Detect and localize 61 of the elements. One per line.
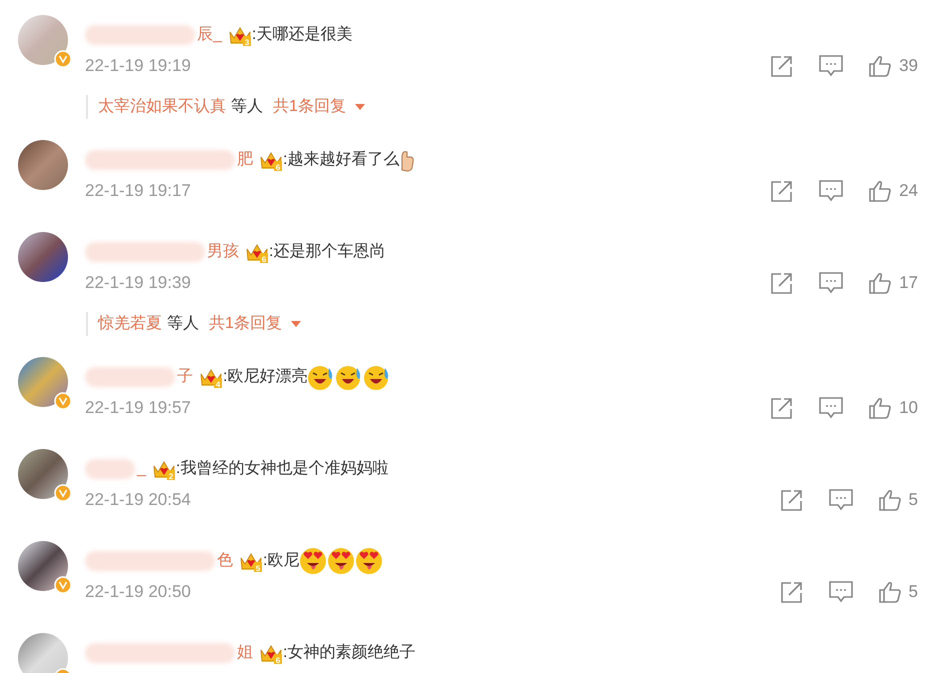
avatar-placeholder[interactable]: [18, 541, 68, 591]
share-icon[interactable]: [771, 180, 794, 202]
comment-icon[interactable]: [819, 272, 844, 294]
thumbs-up-icon[interactable]: [878, 489, 901, 511]
reply-suffix: 等人: [231, 97, 263, 117]
comment-time: 22-1-19 20:50: [85, 581, 191, 604]
like-count: 17: [899, 272, 918, 294]
comment-text: :天哪还是很美: [252, 24, 352, 45]
like-count: 24: [899, 180, 918, 202]
comment-time: 22-1-19 19:57: [85, 397, 191, 420]
caret-down-icon[interactable]: [290, 320, 302, 328]
hand-emoji-icon: [399, 148, 416, 172]
reply-usernames[interactable]: 太宰治如果不认真: [98, 95, 226, 119]
comment-icon[interactable]: [819, 397, 844, 419]
username-link[interactable]: 子: [177, 365, 193, 389]
comment-time: 22-1-19 19:39: [85, 272, 191, 294]
thumbs-up-icon[interactable]: [869, 55, 892, 77]
share-icon[interactable]: [780, 489, 803, 511]
like-count: 10: [899, 397, 918, 420]
thumbs-up-icon[interactable]: [869, 397, 892, 419]
heart-eyes-emoji-icon: [355, 547, 384, 575]
comment-text: :我曾经的女神也是个准妈妈啦: [176, 458, 388, 479]
comment-time: 22-1-19 20:54: [85, 489, 191, 512]
comment-text: :欧尼好漂亮: [223, 366, 308, 387]
share-icon[interactable]: [771, 272, 794, 294]
heart-eyes-emoji-icon: [299, 547, 328, 575]
avatar-placeholder[interactable]: [18, 140, 68, 190]
reply-suffix: 等人: [167, 314, 199, 334]
caret-down-icon[interactable]: [354, 103, 366, 111]
comment-time: 22-1-19 19:19: [85, 55, 191, 78]
thumbs-up-icon[interactable]: [869, 180, 892, 202]
comment-time: 22-1-19 19:17: [85, 180, 191, 202]
comment-icon[interactable]: [828, 581, 853, 603]
like-count: 5: [908, 489, 918, 512]
blurred-username: [85, 459, 135, 479]
comment-icon[interactable]: [819, 180, 844, 202]
like-count: 39: [899, 55, 918, 78]
reply-usernames[interactable]: 惊羌若夏: [98, 312, 162, 336]
comment-text: :欧尼: [263, 551, 300, 571]
avatar-placeholder[interactable]: [18, 449, 68, 499]
username-link[interactable]: 姐: [237, 641, 253, 665]
reply-count-link[interactable]: 共1条回复: [273, 95, 346, 119]
username-link[interactable]: 辰_: [197, 23, 222, 47]
share-icon[interactable]: [771, 397, 794, 419]
username-link[interactable]: 男孩: [207, 240, 239, 264]
thumbs-up-icon[interactable]: [869, 272, 892, 294]
comment-text: :还是那个车恩尚: [269, 242, 386, 262]
share-icon[interactable]: [771, 55, 794, 77]
heart-eyes-emoji-icon: [327, 547, 356, 575]
comment-icon[interactable]: [819, 55, 844, 77]
reply-count-link[interactable]: 共1条回复: [209, 312, 282, 336]
username-link[interactable]: 色: [217, 549, 233, 573]
comment-text: :女神的素颜绝绝子: [283, 642, 416, 663]
comment-text: :越来越好看了么: [283, 150, 400, 170]
thumbs-up-icon[interactable]: [878, 581, 901, 603]
comment-icon[interactable]: [828, 489, 853, 511]
share-icon[interactable]: [780, 581, 803, 603]
avatar-placeholder[interactable]: [18, 232, 68, 282]
like-count: 5: [908, 581, 918, 604]
username-link[interactable]: 肥: [237, 148, 253, 172]
username-link[interactable]: _: [137, 457, 146, 481]
